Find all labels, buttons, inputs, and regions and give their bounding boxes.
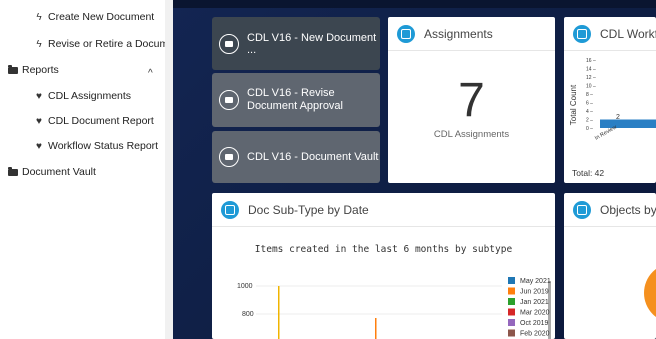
y-tick-label: 16 – [586, 58, 596, 64]
legend-label[interactable]: Feb 2020 [520, 331, 550, 338]
assignments-card[interactable]: Assignments 7 CDL Assignments [388, 17, 555, 183]
y-tick-label: 4 – [586, 109, 593, 115]
folder-icon [219, 147, 239, 167]
bar-value-label: 2 [616, 114, 620, 121]
folder-icon [219, 90, 239, 110]
lightbulb-icon: ♥ [36, 115, 42, 127]
tile-label: CDL V16 - Document Vault [247, 151, 379, 163]
chevron-up-icon[interactable]: ^ [148, 68, 153, 79]
y-tick-label: 8 – [586, 92, 593, 98]
card-header: Objects by [564, 193, 656, 227]
card-icon [573, 24, 591, 43]
workflow-card[interactable]: CDL Workflo Total Count 16 – 14 – 12 – 10 –… [564, 17, 656, 183]
sidebar-item-create-new-document[interactable]: ϟ Create New Document [33, 11, 154, 23]
card-title: Doc Sub-Type by Date [248, 202, 369, 217]
sidebar-item-workflow-status-report[interactable]: ♥ Workflow Status Report [33, 140, 158, 152]
dashboard: CDL V16 - New Document ... CDL V16 - Rev… [173, 0, 656, 339]
card-title: CDL Workflo [600, 26, 656, 41]
sidebar-item-cdl-assignments[interactable]: ♥ CDL Assignments [33, 90, 131, 102]
workflow-total: Total: 42 [572, 168, 604, 178]
sidebar-item-reports[interactable]: Reports [8, 64, 59, 76]
pie-slice [644, 263, 656, 323]
legend-swatch [508, 319, 515, 326]
assignments-count: 7 [458, 74, 485, 127]
legend-swatch [508, 329, 515, 337]
tile-label: CDL V16 - New Document ... [247, 31, 377, 56]
y-tick-label: 10 – [586, 84, 596, 90]
tile-revise-document-approval[interactable]: CDL V16 - Revise Document Approval [212, 73, 380, 127]
card-title: Assignments [424, 26, 493, 41]
card-icon [573, 200, 591, 219]
legend-swatch [508, 298, 515, 305]
sidebar: ϟ Create New Document ϟ Revise or Retire a… [0, 0, 183, 339]
card-title: Objects by [600, 202, 656, 217]
lightbulb-icon: ♥ [36, 140, 42, 152]
legend-label[interactable]: Jun 2019 [520, 289, 549, 296]
sidebar-item-document-vault[interactable]: Document Vault [8, 166, 96, 178]
assignments-caption: CDL Assignments [433, 129, 510, 140]
bolt-icon: ϟ [36, 38, 42, 50]
y-tick-label: 14 – [586, 67, 596, 73]
y-tick-label: 6 – [586, 101, 593, 107]
card-icon [397, 24, 415, 43]
folder-icon [8, 166, 18, 176]
legend-label[interactable]: Oct 2019 [520, 320, 549, 327]
sidebar-item-label: Reports [22, 64, 59, 76]
card-header: CDL Workflo [564, 17, 656, 51]
sidebar-item-label: Document Vault [22, 166, 96, 178]
y-tick-1000: 1000 [237, 283, 253, 290]
y-tick-800: 800 [242, 311, 254, 318]
sidebar-item-label: Create New Document [48, 11, 155, 23]
y-tick-label: 12 – [586, 75, 596, 81]
card-header: Assignments [388, 17, 555, 51]
folder-icon [8, 64, 18, 74]
sidebar-scrollbar[interactable] [165, 0, 173, 339]
tile-label: CDL V16 - Revise Document Approval [247, 87, 343, 112]
legend-swatch [508, 277, 515, 284]
tile-document-vault[interactable]: CDL V16 - Document Vault [212, 131, 380, 183]
card-header: Doc Sub-Type by Date [212, 193, 555, 227]
y-tick-label: 0 – [586, 126, 593, 132]
bar-mark [375, 318, 377, 339]
legend-swatch [508, 308, 515, 316]
y-axis-label: Total Count [569, 84, 578, 125]
legend-label[interactable]: Jan 2021 [520, 299, 549, 306]
doc-subtype-card[interactable]: Doc Sub-Type by Date Items created in th… [212, 193, 555, 339]
y-tick-label: 2 – [586, 118, 593, 124]
lightbulb-icon: ♥ [36, 90, 42, 102]
sidebar-item-label: CDL Document Report [48, 115, 154, 127]
sidebar-item-label: CDL Assignments [48, 90, 132, 102]
objects-card[interactable]: Objects by [564, 193, 656, 339]
bolt-icon: ϟ [36, 11, 42, 23]
bar-in-review [600, 119, 656, 128]
bar-mark [278, 286, 280, 339]
workflow-chart: Total Count 16 – 14 – 12 – 10 – 8 – 6 – 4 – 2 –… [569, 58, 656, 178]
sidebar-item-label: Workflow Status Report [48, 140, 159, 152]
card-icon [221, 200, 239, 219]
subtype-chart: 1000 800 May 2021 Jun 2019 Jan 2021 Mar 202… [237, 277, 551, 339]
legend-swatch [508, 287, 515, 295]
tile-new-document[interactable]: CDL V16 - New Document ... [212, 17, 380, 70]
sidebar-item-revise-document[interactable]: ϟ Revise or Retire a Document [33, 38, 183, 50]
sidebar-item-label: Revise or Retire a Document [48, 38, 183, 50]
sidebar-item-cdl-document-report[interactable]: ♥ CDL Document Report [33, 115, 154, 127]
legend-label[interactable]: May 2021 [520, 278, 551, 285]
legend-label[interactable]: Mar 2020 [520, 310, 550, 317]
folder-icon [219, 33, 239, 54]
